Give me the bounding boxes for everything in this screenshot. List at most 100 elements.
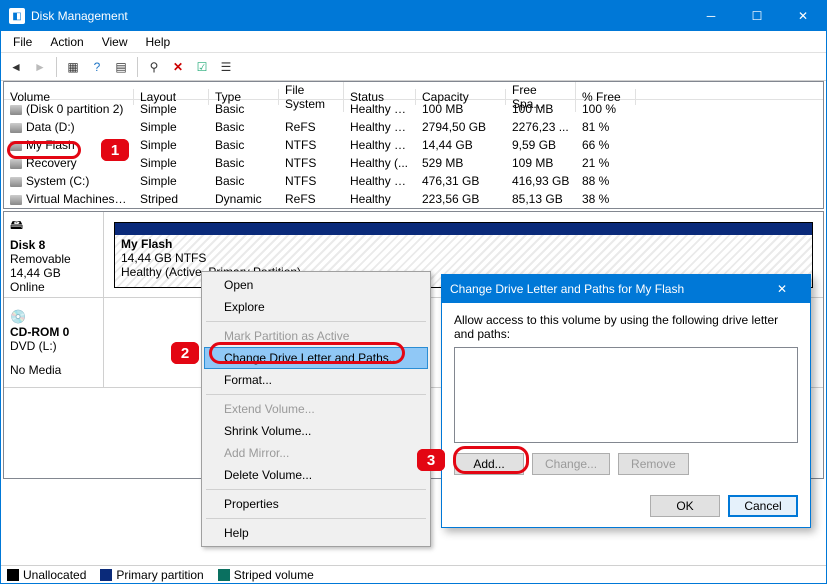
volume-cell: 38 %: [576, 191, 636, 207]
legend: Unallocated Primary partition Striped vo…: [1, 565, 826, 583]
volume-cell: 2276,23 ...: [506, 119, 576, 135]
volume-cell: 85,13 GB: [506, 191, 576, 207]
volume-cell: 100 %: [576, 101, 636, 117]
ctx-delete[interactable]: Delete Volume...: [204, 464, 428, 486]
volume-cell: ReFS: [279, 191, 344, 207]
volume-cell: 9,59 GB: [506, 137, 576, 153]
disk-management-icon: ◧: [9, 8, 25, 24]
volume-cell: 81 %: [576, 119, 636, 135]
volume-cell: 66 %: [576, 137, 636, 153]
menu-view[interactable]: View: [94, 33, 136, 51]
annotation-callout-1: 1: [101, 139, 129, 161]
properties-button[interactable]: ☑: [191, 56, 213, 78]
toolbar: ◄ ► ▦ ? ▤ ⚲ ✕ ☑ ☰: [1, 53, 826, 81]
ctx-shrink[interactable]: Shrink Volume...: [204, 420, 428, 442]
refresh-button[interactable]: ⚲: [143, 56, 165, 78]
volume-cell: Basic: [209, 137, 279, 153]
ctx-format[interactable]: Format...: [204, 369, 428, 391]
volume-cell: Healthy (...: [344, 155, 416, 171]
volume-cell: NTFS: [279, 137, 344, 153]
view-bottom-button[interactable]: ▤: [110, 56, 132, 78]
context-menu: Open Explore Mark Partition as Active Ch…: [201, 271, 431, 547]
disk8-info: 🖴 Disk 8 Removable 14,44 GB Online: [4, 212, 104, 297]
ok-button[interactable]: OK: [650, 495, 720, 517]
volume-cell: Virtual Machines (...: [4, 191, 134, 207]
annotation-ring-2: [209, 342, 405, 364]
minimize-button[interactable]: ─: [688, 1, 734, 31]
change-drive-letter-dialog: Change Drive Letter and Paths for My Fla…: [441, 274, 811, 528]
volume-cell: Simple: [134, 101, 209, 117]
cdrom-nomedia: No Media: [10, 363, 97, 377]
ctx-help[interactable]: Help: [204, 522, 428, 544]
dialog-title: Change Drive Letter and Paths for My Fla…: [450, 282, 684, 296]
titlebar: ◧ Disk Management ─ ☐ ✕: [1, 1, 826, 31]
partition-size: 14,44 GB NTFS: [121, 251, 806, 265]
volume-cell: ReFS: [279, 119, 344, 135]
volume-cell: 21 %: [576, 155, 636, 171]
back-button[interactable]: ◄: [5, 56, 27, 78]
volume-row[interactable]: Virtual Machines (...StripedDynamicReFSH…: [4, 190, 823, 208]
volume-cell: 109 MB: [506, 155, 576, 171]
disk8-label: Disk 8: [10, 238, 97, 252]
volume-cell: 416,93 GB: [506, 173, 576, 189]
maximize-button[interactable]: ☐: [734, 1, 780, 31]
volume-cell: NTFS: [279, 173, 344, 189]
ctx-open[interactable]: Open: [204, 274, 428, 296]
delete-icon[interactable]: ✕: [167, 56, 189, 78]
volume-cell: Simple: [134, 137, 209, 153]
cdrom-label: CD-ROM 0: [10, 325, 97, 339]
help-button[interactable]: ?: [86, 56, 108, 78]
volume-cell: 2794,50 GB: [416, 119, 506, 135]
volume-cell: 100 MB: [416, 101, 506, 117]
volume-cell: Simple: [134, 119, 209, 135]
volume-cell: Basic: [209, 155, 279, 171]
legend-unallocated: Unallocated: [23, 568, 86, 582]
list-button[interactable]: ☰: [215, 56, 237, 78]
annotation-ring-1: [7, 141, 81, 159]
volume-row[interactable]: (Disk 0 partition 2)SimpleBasicHealthy (…: [4, 100, 823, 118]
ctx-mirror: Add Mirror...: [204, 442, 428, 464]
menubar: File Action View Help: [1, 31, 826, 53]
volume-row[interactable]: Data (D:)SimpleBasicReFSHealthy (P...279…: [4, 118, 823, 136]
volume-cell: Simple: [134, 155, 209, 171]
remove-button: Remove: [618, 453, 689, 475]
cdrom-info: 💿 CD-ROM 0 DVD (L:) No Media: [4, 298, 104, 387]
ctx-properties[interactable]: Properties: [204, 493, 428, 515]
disk8-size: 14,44 GB: [10, 266, 97, 280]
volume-cell: Data (D:): [4, 119, 134, 135]
volume-cell: Healthy (B...: [344, 173, 416, 189]
menu-help[interactable]: Help: [138, 33, 179, 51]
volume-cell: [279, 108, 344, 110]
close-button[interactable]: ✕: [780, 1, 826, 31]
volume-cell: Healthy (E...: [344, 101, 416, 117]
menu-action[interactable]: Action: [42, 33, 91, 51]
volume-cell: Basic: [209, 101, 279, 117]
menu-file[interactable]: File: [5, 33, 40, 51]
volume-cell: 476,31 GB: [416, 173, 506, 189]
legend-primary: Primary partition: [116, 568, 203, 582]
volume-cell: 529 MB: [416, 155, 506, 171]
window-title: Disk Management: [31, 9, 128, 23]
volume-cell: Striped: [134, 191, 209, 207]
volume-cell: NTFS: [279, 155, 344, 171]
partition-name: My Flash: [121, 237, 806, 251]
volume-cell: 14,44 GB: [416, 137, 506, 153]
forward-button[interactable]: ►: [29, 56, 51, 78]
ctx-explore[interactable]: Explore: [204, 296, 428, 318]
volume-row[interactable]: System (C:)SimpleBasicNTFSHealthy (B...4…: [4, 172, 823, 190]
disk8-state: Online: [10, 280, 97, 294]
volume-header: Volume Layout Type File System Status Ca…: [4, 82, 823, 100]
paths-listbox[interactable]: [454, 347, 798, 443]
annotation-callout-2: 2: [171, 342, 199, 364]
dialog-close-button[interactable]: ✕: [762, 282, 802, 296]
legend-striped: Striped volume: [234, 568, 314, 582]
dialog-titlebar: Change Drive Letter and Paths for My Fla…: [442, 275, 810, 303]
annotation-ring-3: [453, 446, 529, 474]
volume-cell: Basic: [209, 119, 279, 135]
volume-cell: Healthy: [344, 191, 416, 207]
volume-cell: Healthy (P...: [344, 119, 416, 135]
cancel-button[interactable]: Cancel: [728, 495, 798, 517]
view-top-button[interactable]: ▦: [62, 56, 84, 78]
annotation-callout-3: 3: [417, 449, 445, 471]
volume-cell: Basic: [209, 173, 279, 189]
